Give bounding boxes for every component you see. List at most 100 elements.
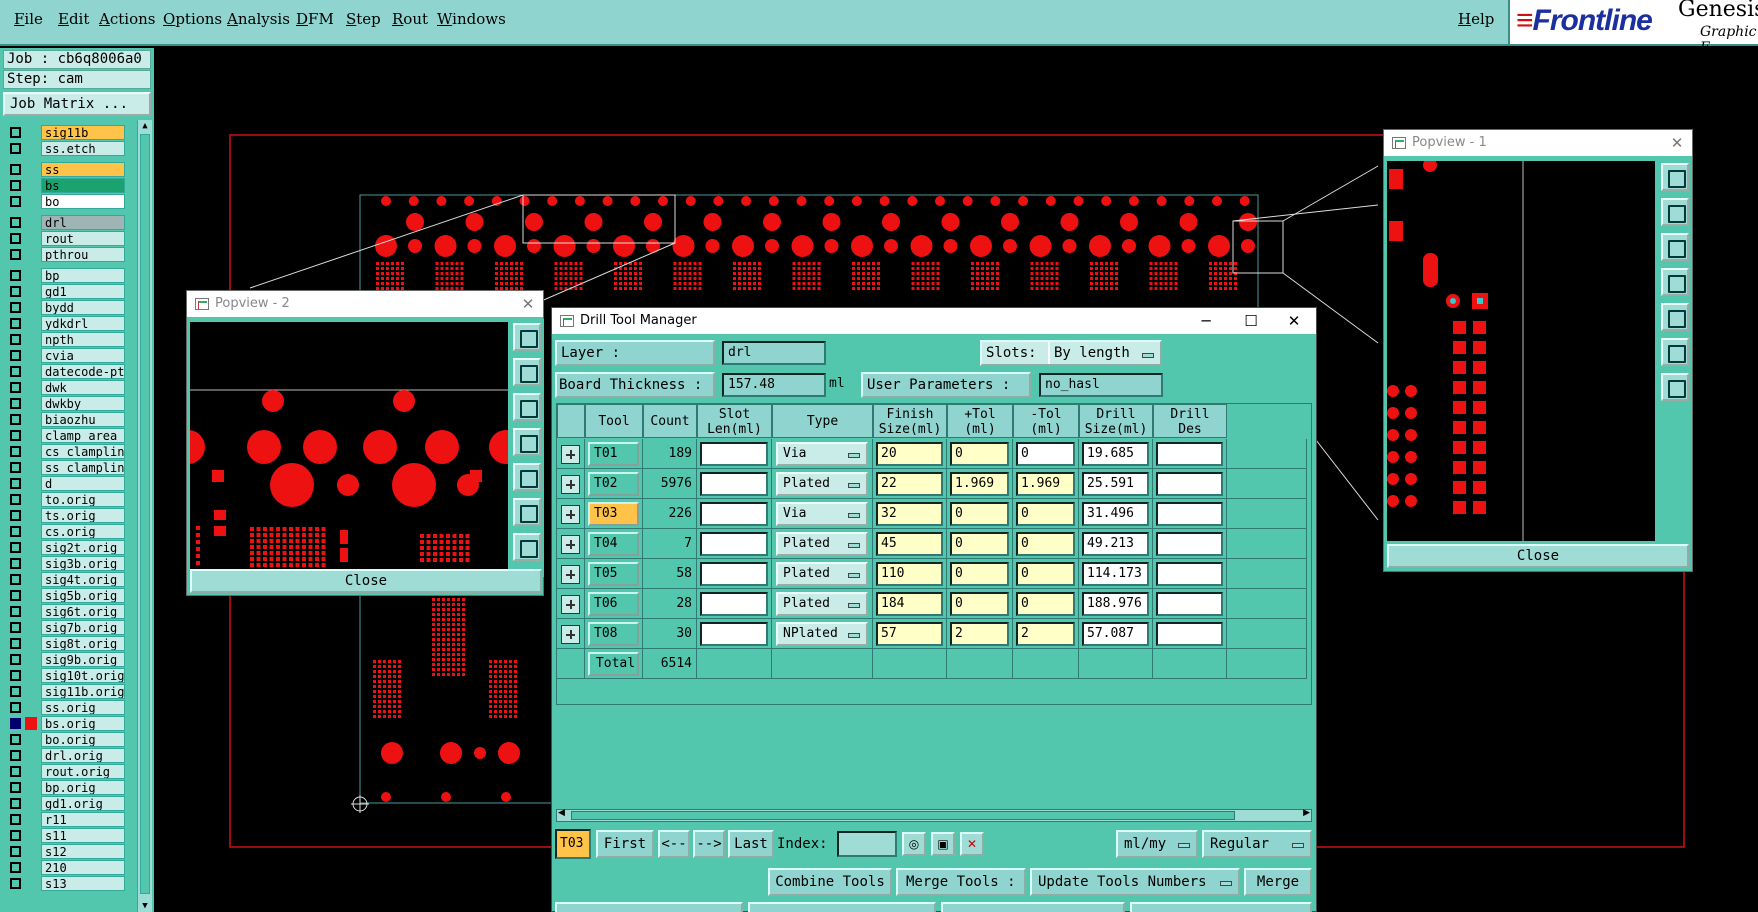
- slots-value[interactable]: By length: [1048, 342, 1160, 364]
- layer-checkbox[interactable]: [10, 446, 21, 457]
- drill-input[interactable]: 57.087: [1082, 622, 1149, 646]
- tool-button[interactable]: T02: [588, 472, 639, 496]
- des-input[interactable]: [1156, 442, 1223, 466]
- layer-row[interactable]: s13: [3, 876, 125, 891]
- slot-input[interactable]: [700, 562, 768, 586]
- layer-name[interactable]: cs_clampline: [41, 444, 125, 459]
- layer-row[interactable]: sig10t.orig: [3, 668, 125, 683]
- layer-checkbox[interactable]: [10, 686, 21, 697]
- expand-plus-icon[interactable]: [561, 475, 580, 494]
- drill-input[interactable]: 25.591: [1082, 472, 1149, 496]
- layer-row[interactable]: sig2t.orig: [3, 540, 125, 555]
- layer-row[interactable]: sig9b.orig: [3, 652, 125, 667]
- scroll-right-icon[interactable]: ▶: [1303, 808, 1310, 818]
- mode-option[interactable]: Regular: [1202, 830, 1312, 858]
- layer-list-scrollbar[interactable]: ▲ ▼: [137, 120, 152, 912]
- type-select[interactable]: Via: [776, 442, 868, 466]
- layer-row[interactable]: ss.etch: [3, 141, 125, 156]
- layer-name[interactable]: pthrou: [41, 247, 125, 262]
- layer-checkbox[interactable]: [10, 143, 21, 154]
- popview-1-titlebar[interactable]: Popview - 1 ✕: [1384, 130, 1692, 156]
- layer-row[interactable]: s12: [3, 844, 125, 859]
- layer-row[interactable]: 210: [3, 860, 125, 875]
- layer-checkbox[interactable]: [10, 718, 21, 729]
- layer-checkbox[interactable]: [10, 702, 21, 713]
- layer-row[interactable]: dwkby: [3, 396, 125, 411]
- slot-input[interactable]: [700, 532, 768, 556]
- layer-checkbox[interactable]: [10, 478, 21, 489]
- scroll-thumb[interactable]: [140, 134, 150, 894]
- hscroll-thumb[interactable]: [571, 811, 1235, 820]
- layer-checkbox[interactable]: [10, 798, 21, 809]
- layer-checkbox[interactable]: [10, 766, 21, 777]
- layer-row[interactable]: gd1: [3, 284, 125, 299]
- zoom-fit-icon[interactable]: [1661, 163, 1689, 191]
- layer-name[interactable]: bp.orig: [41, 780, 125, 795]
- dtm-titlebar[interactable]: Drill Tool Manager ─ ☐ ✕: [552, 308, 1316, 334]
- layer-name[interactable]: s11: [41, 828, 125, 843]
- bottom-button-2[interactable]: [748, 902, 936, 912]
- layer-checkbox[interactable]: [10, 734, 21, 745]
- des-input[interactable]: [1156, 472, 1223, 496]
- search-icon[interactable]: ◎: [902, 832, 926, 856]
- pan-down-icon[interactable]: [513, 393, 541, 421]
- layer-row[interactable]: pthrou: [3, 247, 125, 262]
- layer-row[interactable]: rout: [3, 231, 125, 246]
- layer-name[interactable]: r11: [41, 812, 125, 827]
- scroll-down-icon[interactable]: ▼: [139, 900, 151, 912]
- layer-name[interactable]: 210: [41, 860, 125, 875]
- layer-name[interactable]: gd1.orig: [41, 796, 125, 811]
- layer-row[interactable]: sig3b.orig: [3, 556, 125, 571]
- layer-row[interactable]: bo.orig: [3, 732, 125, 747]
- layer-name[interactable]: datecode-pte: [41, 364, 125, 379]
- ptol-input[interactable]: 2: [950, 622, 1009, 646]
- layer-name[interactable]: rout.orig: [41, 764, 125, 779]
- layer-row[interactable]: bp: [3, 268, 125, 283]
- layer-row[interactable]: cs.orig: [3, 524, 125, 539]
- tool-button[interactable]: T01: [588, 442, 639, 466]
- zoom-in-icon[interactable]: [513, 533, 541, 561]
- next-button[interactable]: -->: [693, 830, 725, 858]
- zoom-fit-icon[interactable]: [513, 323, 541, 351]
- column-header[interactable]: Slot Len(ml): [697, 404, 772, 438]
- layer-row[interactable]: datecode-pte: [3, 364, 125, 379]
- mtol-input[interactable]: 0: [1016, 502, 1075, 526]
- layer-checkbox[interactable]: [10, 862, 21, 873]
- layer-row[interactable]: sig5b.orig: [3, 588, 125, 603]
- pan-down-icon[interactable]: [1661, 233, 1689, 261]
- mtol-input[interactable]: 0: [1016, 592, 1075, 616]
- layer-checkbox[interactable]: [10, 638, 21, 649]
- finish-input[interactable]: 32: [876, 502, 943, 526]
- popview-2-canvas[interactable]: [190, 322, 508, 570]
- ptol-input[interactable]: 0: [950, 562, 1009, 586]
- layer-row[interactable]: s11: [3, 828, 125, 843]
- layer-checkbox[interactable]: [10, 750, 21, 761]
- layer-row[interactable]: dwk: [3, 380, 125, 395]
- pan-right-icon[interactable]: [1661, 303, 1689, 331]
- finish-input[interactable]: 110: [876, 562, 943, 586]
- type-select[interactable]: Via: [776, 502, 868, 526]
- layer-row[interactable]: ss_clampline: [3, 460, 125, 475]
- layer-checkbox[interactable]: [10, 558, 21, 569]
- mtol-input[interactable]: 0: [1016, 442, 1075, 466]
- layer-name[interactable]: gd1: [41, 284, 125, 299]
- layer-name[interactable]: biaozhu: [41, 412, 125, 427]
- table-hscrollbar[interactable]: ◀ ▶: [556, 808, 1312, 822]
- layer-row[interactable]: sig11b: [3, 125, 125, 140]
- layer-name[interactable]: sig8t.orig: [41, 636, 125, 651]
- layer-name[interactable]: s12: [41, 844, 125, 859]
- layer-name[interactable]: cs.orig: [41, 524, 125, 539]
- menu-edit[interactable]: Edit: [58, 10, 89, 28]
- layer-field[interactable]: drl: [722, 341, 826, 365]
- merge-button[interactable]: Merge: [1244, 868, 1312, 896]
- current-tool-field[interactable]: T03: [555, 829, 591, 859]
- zoom-out-icon[interactable]: [1661, 338, 1689, 366]
- layer-checkbox[interactable]: [10, 286, 21, 297]
- zoom-out-icon[interactable]: [513, 498, 541, 526]
- layer-checkbox[interactable]: [10, 180, 21, 191]
- layer-row[interactable]: drl: [3, 215, 125, 230]
- menu-dfm[interactable]: DFM: [296, 10, 334, 28]
- layer-name[interactable]: sig11b.orig: [41, 684, 125, 699]
- layer-checkbox[interactable]: [10, 430, 21, 441]
- layer-name[interactable]: sig2t.orig: [41, 540, 125, 555]
